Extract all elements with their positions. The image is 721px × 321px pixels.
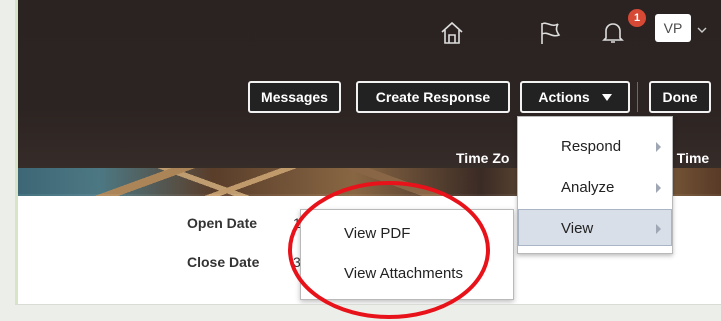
chevron-down-icon[interactable] [697, 22, 707, 33]
create-response-button[interactable]: Create Response [356, 81, 510, 113]
avatar[interactable]: VP [655, 14, 691, 42]
actions-button[interactable]: Actions [520, 81, 630, 113]
flag-icon[interactable] [537, 20, 563, 46]
notification-badge[interactable]: 1 [628, 9, 646, 27]
messages-button[interactable]: Messages [248, 81, 341, 113]
close-date-label: Close Date [187, 254, 260, 270]
view-pdf-item[interactable]: View PDF [344, 225, 410, 242]
menu-item-label: Respond [561, 138, 622, 155]
chevron-right-icon [656, 142, 661, 152]
actions-button-label: Actions [538, 89, 590, 105]
menu-item-analyze[interactable]: Analyze [518, 168, 672, 205]
chevron-right-icon [656, 224, 661, 234]
actions-menu: Respond Analyze View [517, 116, 673, 254]
time-label: l Time [669, 150, 710, 166]
home-icon[interactable] [439, 20, 465, 46]
open-date-label: Open Date [187, 215, 258, 231]
window-edge [15, 0, 18, 304]
caret-down-icon [601, 94, 612, 101]
menu-item-label: Analyze [561, 179, 615, 196]
notification-bell-icon[interactable] [600, 20, 626, 46]
view-attachments-item[interactable]: View Attachments [344, 265, 463, 282]
app-window: 1 VP Messages Create Response Actions Do… [15, 0, 721, 304]
toolbar-divider [637, 82, 638, 112]
menu-item-label: View [561, 220, 594, 237]
done-button[interactable]: Done [649, 81, 711, 113]
view-submenu: View PDF View Attachments [300, 209, 514, 300]
menu-item-view[interactable]: View [518, 209, 672, 246]
menu-item-respond[interactable]: Respond [518, 127, 672, 164]
time-zone-label: Time Zo [456, 150, 510, 166]
chevron-right-icon [656, 183, 661, 193]
